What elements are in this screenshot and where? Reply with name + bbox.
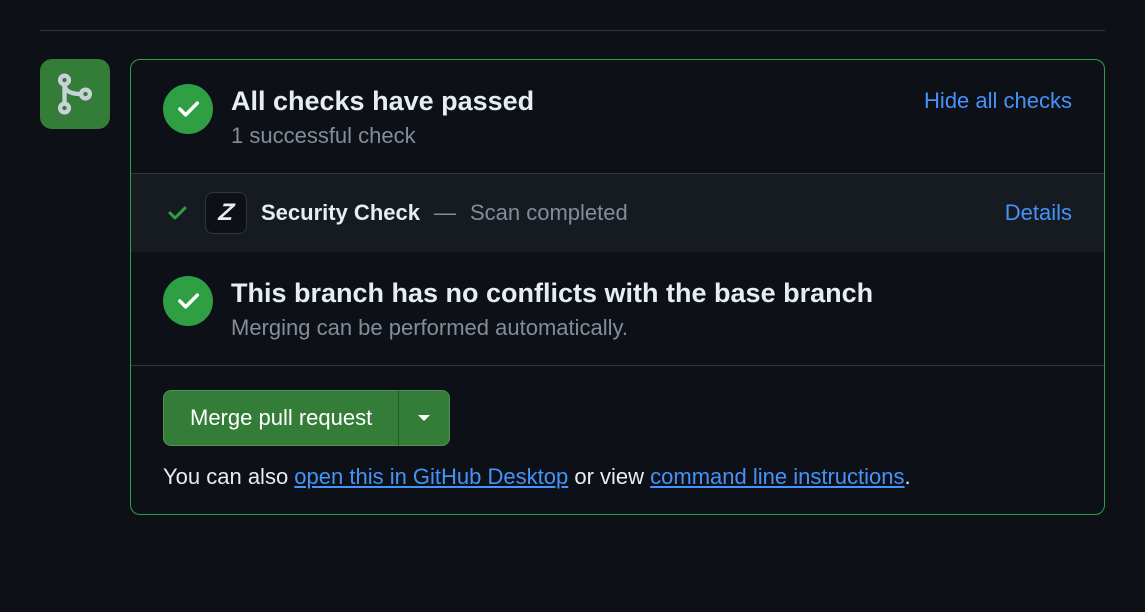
open-desktop-link[interactable]: open this in GitHub Desktop (294, 464, 568, 489)
help-middle: or view (568, 464, 650, 489)
checks-summary-text: All checks have passed 1 successful chec… (231, 84, 906, 149)
merge-options-dropdown-button[interactable] (398, 390, 450, 446)
merge-help-text: You can also open this in GitHub Desktop… (163, 464, 1072, 490)
cli-instructions-link[interactable]: command line instructions (650, 464, 904, 489)
success-badge (163, 276, 213, 326)
hide-checks-link[interactable]: Hide all checks (924, 84, 1072, 114)
git-merge-icon (54, 73, 96, 115)
check-item-separator: — (434, 200, 456, 226)
success-badge (163, 84, 213, 134)
chevron-down-icon (417, 413, 431, 423)
help-prefix: You can also (163, 464, 294, 489)
conflicts-title: This branch has no conflicts with the ba… (231, 278, 1072, 309)
top-divider (40, 30, 1105, 31)
checkmark-icon (165, 201, 189, 225)
security-app-icon: Z (205, 192, 247, 234)
checks-summary-section: All checks have passed 1 successful chec… (131, 60, 1104, 173)
conflicts-section: This branch has no conflicts with the ba… (131, 252, 1104, 365)
check-details-link[interactable]: Details (1005, 200, 1072, 226)
check-item-name: Security Check (261, 200, 420, 226)
checkmark-icon (174, 95, 202, 123)
merge-icon-badge (40, 59, 110, 129)
check-item-status: Scan completed (470, 200, 628, 226)
merge-pull-request-button[interactable]: Merge pull request (163, 390, 398, 446)
conflicts-text: This branch has no conflicts with the ba… (231, 276, 1072, 341)
merge-status-container: All checks have passed 1 successful chec… (40, 59, 1105, 515)
checks-title: All checks have passed (231, 86, 906, 117)
check-item-row: Z Security Check — Scan completed Detail… (131, 173, 1104, 252)
merge-panel: All checks have passed 1 successful chec… (130, 59, 1105, 515)
merge-actions-section: Merge pull request You can also open thi… (131, 365, 1104, 514)
help-suffix: . (905, 464, 911, 489)
merge-button-group: Merge pull request (163, 390, 450, 446)
checkmark-icon (174, 287, 202, 315)
checks-subtitle: 1 successful check (231, 123, 906, 149)
security-app-glyph: Z (217, 199, 236, 227)
check-item-status-icon (163, 201, 191, 225)
conflicts-subtitle: Merging can be performed automatically. (231, 315, 1072, 341)
